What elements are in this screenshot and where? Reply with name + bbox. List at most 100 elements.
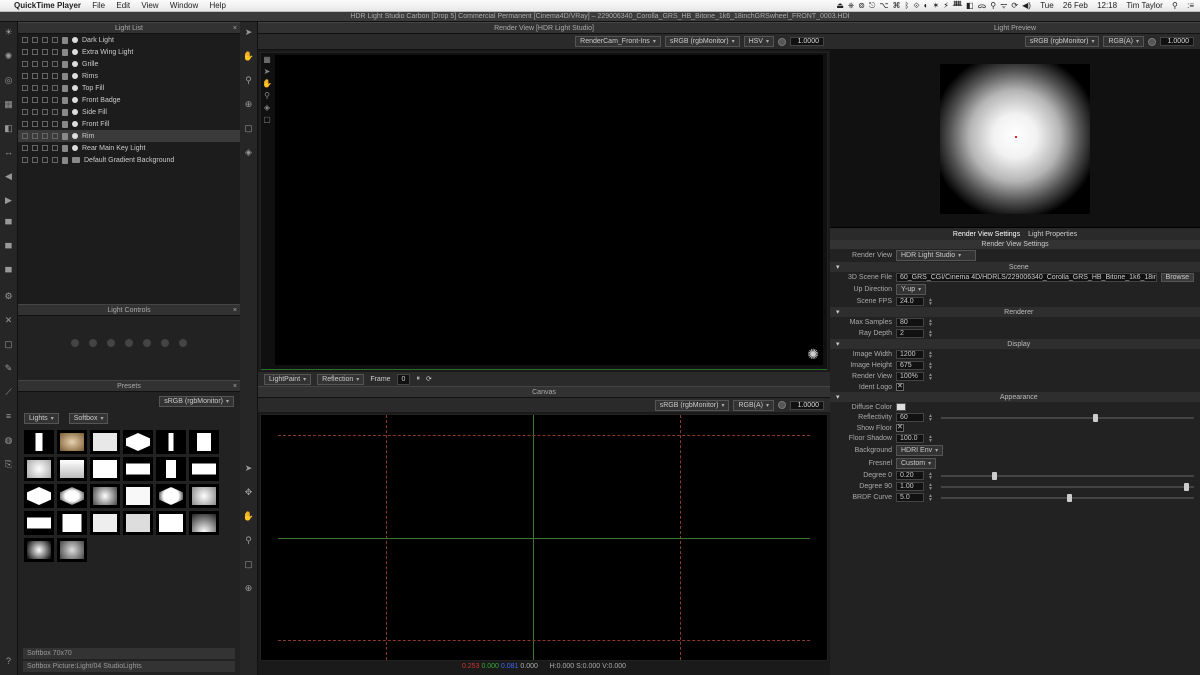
light-row[interactable]: Rear Main Key Light (18, 142, 240, 154)
control-knob[interactable] (161, 339, 169, 347)
preset-thumb[interactable] (189, 484, 219, 508)
tool-bar2-icon[interactable]: ▀ (3, 242, 15, 254)
deg90-field[interactable]: 1.00 (896, 482, 924, 491)
control-knob[interactable] (143, 339, 151, 347)
mode-dropdown[interactable]: HSV (744, 36, 774, 47)
cv-tool-target2-icon[interactable]: ⊕ (243, 582, 255, 594)
render-engine-icon[interactable]: ✺ (807, 346, 819, 363)
reflect-slider[interactable] (941, 417, 1194, 419)
tool-bar3-icon[interactable]: ▀ (3, 266, 15, 278)
presets-colorspace-dropdown[interactable]: sRGB (rgbMonitor) (159, 396, 234, 407)
tab-renderview-settings[interactable]: Render View Settings (953, 231, 1020, 238)
stepper-arrows[interactable]: ▲▼ (928, 494, 933, 502)
preset-thumb[interactable] (123, 457, 153, 481)
tool-bar1-icon[interactable]: ▀ (3, 218, 15, 230)
preset-thumb[interactable] (90, 484, 120, 508)
control-knob[interactable] (125, 339, 133, 347)
menubar-day[interactable]: Tue (1040, 1, 1054, 10)
renderview-select[interactable]: HDR Light Studio (896, 250, 976, 261)
preset-thumb[interactable] (24, 511, 54, 535)
preset-thumb[interactable] (57, 430, 87, 454)
preset-thumb[interactable] (189, 430, 219, 454)
pause-icon[interactable]: ⏸ (416, 375, 420, 383)
preset-thumb[interactable] (156, 457, 186, 481)
stepper-arrows[interactable]: ▲▼ (928, 319, 933, 327)
menubar-status-icons[interactable]: ⏏⎈⊚⎋⌥⌘ᛒ⟐◐✶⚡︎ᚙ◧ᯅ⚲ᯤ⟳◀) (832, 1, 1033, 10)
section-toggle-icon[interactable]: ▾ (836, 263, 840, 271)
width-field[interactable]: 1200 (896, 350, 924, 359)
light-row[interactable]: Front Badge (18, 94, 240, 106)
app-menu-edit[interactable]: Edit (116, 1, 130, 10)
preset-thumb[interactable] (123, 484, 153, 508)
colorspace-dropdown[interactable]: sRGB (rgbMonitor) (665, 36, 740, 47)
rv-icon-2[interactable]: ➤ (264, 67, 271, 76)
preset-thumb[interactable] (90, 430, 120, 454)
preset-thumb[interactable] (57, 538, 87, 562)
rv-icon-4[interactable]: ⚲ (264, 91, 270, 100)
light-row[interactable]: Default Gradient Background (18, 154, 240, 166)
preset-thumb[interactable] (189, 457, 219, 481)
light-row[interactable]: Rim (18, 130, 240, 142)
preview-colorspace-dropdown[interactable]: sRGB (rgbMonitor) (1025, 36, 1100, 47)
rv-icon-3[interactable]: ✋ (262, 79, 272, 88)
stepper-arrows[interactable]: ▲▼ (928, 298, 933, 306)
refresh-icon[interactable]: ⟳ (426, 375, 432, 383)
stepper-arrows[interactable]: ▲▼ (928, 351, 933, 359)
preset-thumb[interactable] (123, 511, 153, 535)
tool-color-icon[interactable]: ◧ (3, 122, 15, 134)
app-menu-window[interactable]: Window (170, 1, 198, 10)
preset-thumb[interactable] (24, 457, 54, 481)
presets-type-dropdown[interactable]: Softbox (69, 413, 109, 424)
preview-exposure-knob[interactable] (1148, 38, 1156, 46)
app-menu-view[interactable]: View (141, 1, 158, 10)
light-row[interactable]: Extra Wing Light (18, 46, 240, 58)
scenefile-field[interactable]: 60_GRS_CGI/Cinema 4D/HDRLS/229006340_Cor… (896, 273, 1157, 282)
canvas-colorspace-dropdown[interactable]: sRGB (rgbMonitor) (655, 400, 730, 411)
cv-tool-pointer-icon[interactable]: ➤ (243, 26, 255, 38)
stepper-arrows[interactable]: ▲▼ (928, 362, 933, 370)
stepper-arrows[interactable]: ▲▼ (928, 483, 933, 491)
panel-close-icon[interactable]: × (233, 381, 237, 393)
stepper-arrows[interactable]: ▲▼ (928, 435, 933, 443)
brdf-field[interactable]: 5.0 (896, 493, 924, 502)
render-viewport[interactable]: ▦ ➤ ✋ ⚲ ◈ ▢ ✺ (260, 52, 828, 370)
canvas-exposure-knob[interactable] (778, 401, 786, 409)
preset-thumb[interactable] (24, 484, 54, 508)
preset-thumb[interactable] (57, 457, 87, 481)
brdf-slider[interactable] (941, 497, 1194, 499)
camera-dropdown[interactable]: RenderCam_Front-Ins (575, 36, 661, 47)
deg0-field[interactable]: 0.20 (896, 471, 924, 480)
floorshadow-field[interactable]: 100.0 (896, 434, 924, 443)
notification-center-icon[interactable]: :≡ (1187, 1, 1194, 10)
stepper-arrows[interactable]: ▲▼ (928, 472, 933, 480)
frame-value[interactable]: 0 (397, 374, 411, 385)
canvas-viewport[interactable] (260, 414, 828, 661)
stepper-arrows[interactable]: ▲▼ (928, 373, 933, 381)
tool-copy-icon[interactable]: ⎘ (3, 458, 15, 470)
cv-tool-zoom-icon[interactable]: ⚲ (243, 74, 255, 86)
canvas-exposure-value[interactable]: 1.0000 (790, 401, 824, 410)
control-knob[interactable] (179, 339, 187, 347)
light-row[interactable]: Side Fill (18, 106, 240, 118)
fresnel-dropdown[interactable]: Custom (896, 458, 936, 469)
stepper-arrows[interactable]: ▲▼ (928, 330, 933, 338)
help-icon[interactable]: ? (3, 655, 15, 667)
cv-tool-hand2-icon[interactable]: ✋ (243, 510, 255, 522)
preset-thumb[interactable] (156, 430, 186, 454)
preset-thumb[interactable] (24, 538, 54, 562)
tool-gear-icon[interactable]: ⚙ (3, 290, 15, 302)
preset-thumb[interactable] (90, 511, 120, 535)
preview-exposure-value[interactable]: 1.0000 (1160, 37, 1194, 46)
stepper-arrows[interactable]: ▲▼ (928, 414, 933, 422)
tool-back-icon[interactable]: ◀ (3, 170, 15, 182)
preset-thumb[interactable] (57, 511, 87, 535)
reflection-dropdown[interactable]: Reflection (317, 374, 364, 385)
cv-tool-hand-icon[interactable]: ✋ (243, 50, 255, 62)
deg90-slider[interactable] (941, 486, 1194, 488)
preview-channel-dropdown[interactable]: RGB(A) (1103, 36, 1144, 47)
tool-fwd-icon[interactable]: ▶ (3, 194, 15, 206)
light-row[interactable]: Top Fill (18, 82, 240, 94)
tool-delete-icon[interactable]: ✕ (3, 314, 15, 326)
rv-icon-5[interactable]: ◈ (264, 103, 270, 112)
light-row[interactable]: Rims (18, 70, 240, 82)
